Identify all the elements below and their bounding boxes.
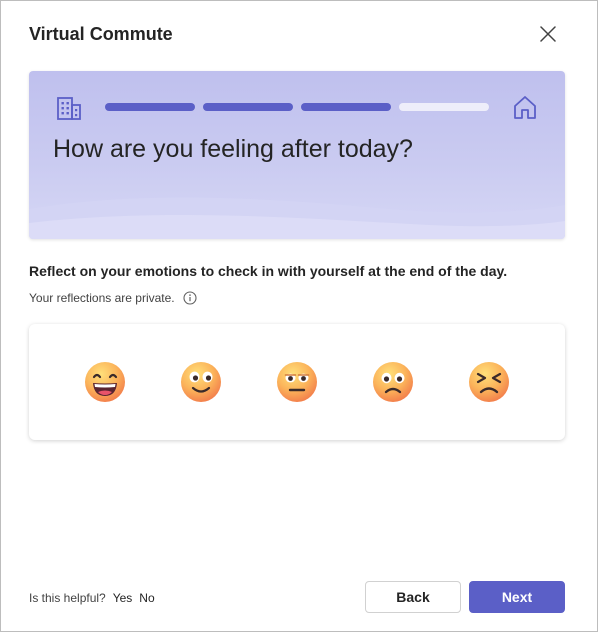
frowning-face-icon[interactable] xyxy=(371,360,415,404)
feeling-question: How are you feeling after today? xyxy=(53,135,413,163)
emotion-picker-card xyxy=(29,324,565,440)
reflection-prompt: Reflect on your emotions to check in wit… xyxy=(29,263,508,279)
privacy-note: Your reflections are private. xyxy=(29,291,197,305)
close-button[interactable] xyxy=(535,21,561,47)
persevering-face-icon[interactable] xyxy=(467,360,511,404)
close-icon xyxy=(540,26,556,42)
home-icon xyxy=(514,96,536,119)
back-button[interactable]: Back xyxy=(365,581,461,613)
progress-segment xyxy=(203,103,293,111)
commute-progress-bar xyxy=(105,103,489,111)
building-icon xyxy=(57,97,81,120)
privacy-text: Your reflections are private. xyxy=(29,291,175,305)
smiling-face-icon[interactable] xyxy=(179,360,223,404)
helpful-question: Is this helpful? xyxy=(29,591,106,605)
commute-hero-banner: How are you feeling after today? xyxy=(29,71,565,239)
info-icon[interactable] xyxy=(183,291,197,305)
hero-wave-decoration xyxy=(29,197,565,239)
grinning-face-icon[interactable] xyxy=(83,360,127,404)
neutral-face-icon[interactable] xyxy=(275,360,319,404)
progress-segment xyxy=(301,103,391,111)
virtual-commute-dialog: Virtual Commute How are you feeling afte… xyxy=(0,0,598,632)
feedback-yes-link[interactable]: Yes xyxy=(113,591,133,605)
feedback-no-link[interactable]: No xyxy=(139,591,154,605)
next-button[interactable]: Next xyxy=(469,581,565,613)
progress-segment xyxy=(105,103,195,111)
progress-segment xyxy=(399,103,489,111)
emotion-options xyxy=(29,324,565,440)
dialog-title: Virtual Commute xyxy=(29,24,173,44)
feedback-prompt: Is this helpful? Yes No xyxy=(29,591,155,605)
